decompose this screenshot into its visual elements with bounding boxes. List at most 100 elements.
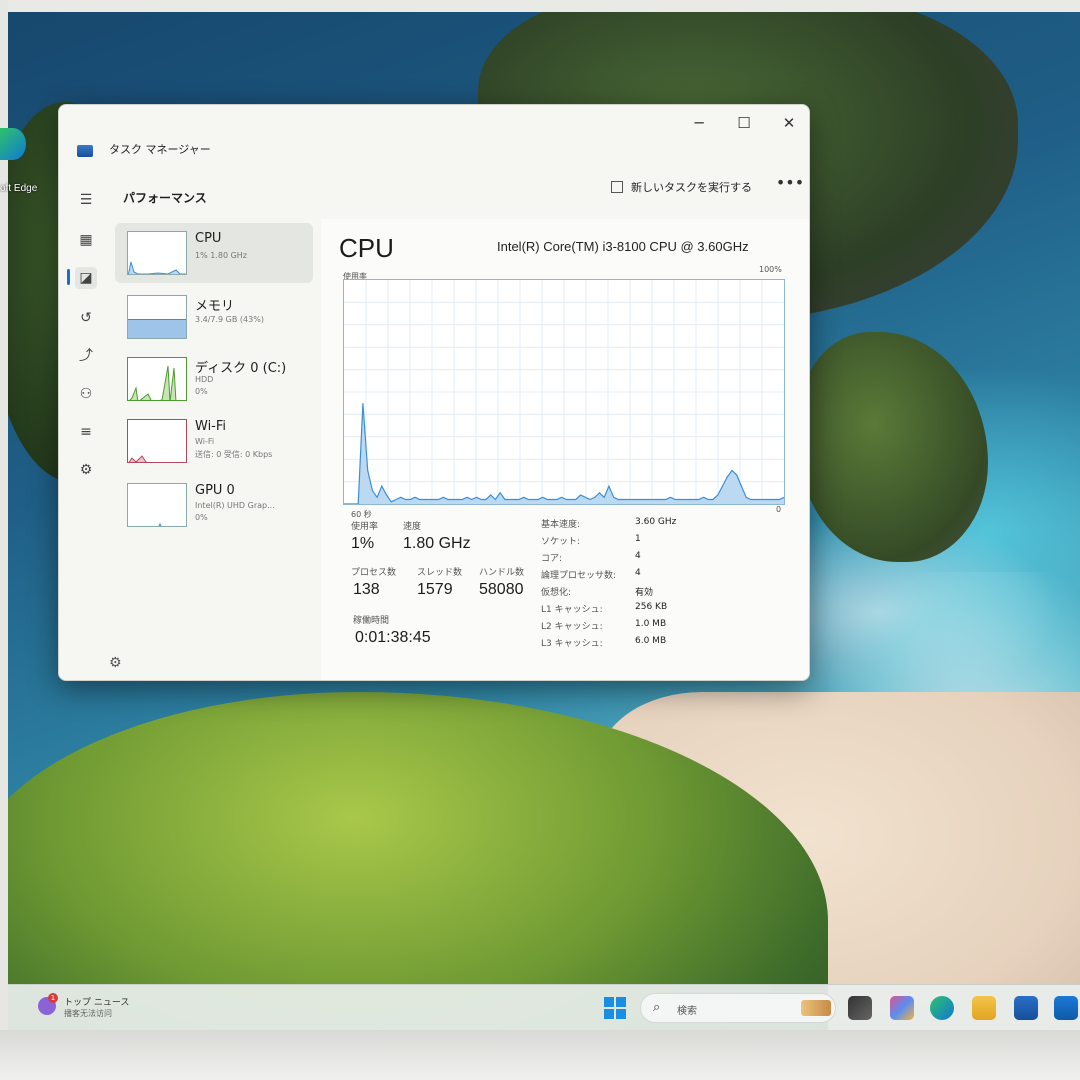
- more-options-button[interactable]: •••: [775, 173, 805, 201]
- window-title: タスク マネージャー: [109, 143, 211, 156]
- minimize-button[interactable]: ─: [681, 111, 717, 135]
- app-history-icon[interactable]: ↺: [75, 307, 97, 329]
- device-subtext: Wi-Fi: [195, 437, 215, 446]
- spec-key: L3 キャッシュ:: [541, 639, 603, 649]
- utilization-label: 使用率: [351, 522, 379, 532]
- device-subtext: 0%: [195, 387, 208, 396]
- processes-icon[interactable]: ▦: [75, 229, 97, 251]
- spec-value: 1: [635, 534, 641, 544]
- cpu-detail-pane: CPU Intel(R) Core(TM) i3-8100 CPU @ 3.60…: [321, 219, 809, 680]
- news-subtext: 播客无法访问: [64, 1009, 112, 1018]
- outlook-icon[interactable]: [1054, 996, 1078, 1020]
- spec-value: 1.0 MB: [635, 619, 667, 629]
- services-icon[interactable]: ⚙: [75, 459, 97, 481]
- detail-title: CPU: [339, 233, 394, 263]
- graph-x-right-label: 0: [776, 505, 782, 514]
- cpu-model-name: Intel(R) Core(TM) i3-8100 CPU @ 3.60GHz: [497, 239, 749, 254]
- cpu-usage-svg: [344, 280, 784, 504]
- desktop-icon-edge[interactable]: oft Edge: [0, 128, 52, 198]
- memory-thumbnail-graph: [127, 295, 187, 339]
- spec-key: 仮想化:: [541, 588, 572, 598]
- device-name: メモリ: [195, 299, 235, 314]
- cpu-thumbnail-graph: [127, 231, 187, 275]
- details-icon[interactable]: ≡: [75, 421, 97, 443]
- processes-label: プロセス数: [351, 568, 397, 578]
- spec-value: 4: [635, 551, 641, 561]
- file-explorer-icon[interactable]: [972, 996, 996, 1020]
- wallpaper-rock: [798, 332, 988, 562]
- device-item-cpu[interactable]: CPU 1% 1.80 GHz: [115, 223, 313, 283]
- start-button[interactable]: [604, 997, 626, 1019]
- close-button[interactable]: ✕: [771, 111, 807, 135]
- utilization-value: 1%: [351, 535, 375, 552]
- store-icon[interactable]: [1014, 996, 1038, 1020]
- search-placeholder: 検索: [677, 1006, 697, 1017]
- device-name: GPU 0: [195, 483, 235, 498]
- monitor-bezel-bottom: [0, 1030, 1080, 1080]
- task-view-icon[interactable]: [848, 996, 872, 1020]
- graph-max-label: 100%: [759, 265, 782, 274]
- title-bar[interactable]: ─ ☐ ✕: [59, 105, 809, 145]
- device-subtext: 3.4/7.9 GB (43%): [195, 315, 264, 324]
- cpu-usage-graph[interactable]: [343, 279, 785, 505]
- maximize-button[interactable]: ☐: [726, 111, 762, 135]
- device-subtext: HDD: [195, 375, 214, 384]
- handles-label: ハンドル数: [479, 568, 525, 578]
- device-list: CPU 1% 1.80 GHz メモリ 3.4/7.9 GB (43%) ディス…: [115, 219, 315, 680]
- hamburger-icon[interactable]: ☰: [75, 189, 97, 211]
- speed-value: 1.80 GHz: [403, 535, 471, 552]
- performance-icon[interactable]: ◪: [75, 267, 97, 289]
- gpu-thumbnail-graph: [127, 483, 187, 527]
- edge-icon: [0, 128, 26, 160]
- run-task-icon: [611, 181, 623, 193]
- users-icon[interactable]: ⚇: [75, 383, 97, 405]
- task-manager-window[interactable]: ─ ☐ ✕ タスク マネージャー ☰ ▦ ◪ ↺ ⤴ ⚇ ≡ ⚙ パフォーマンス…: [58, 104, 810, 681]
- taskbar: 1 トップ ニュース 播客无法访问 ⌕ 検索: [8, 984, 1080, 1030]
- device-subtext: Intel(R) UHD Grap...: [195, 501, 275, 510]
- startup-icon[interactable]: ⤴: [75, 345, 97, 367]
- device-item-memory[interactable]: メモリ 3.4/7.9 GB (43%): [115, 287, 313, 347]
- navigation-rail: ☰ ▦ ◪ ↺ ⤴ ⚇ ≡ ⚙: [59, 165, 111, 680]
- news-widget[interactable]: 1 トップ ニュース 播客无法访问: [38, 993, 178, 1023]
- spec-key: ソケット:: [541, 537, 581, 547]
- taskbar-search-box[interactable]: ⌕ 検索: [640, 993, 836, 1023]
- edge-taskbar-icon[interactable]: [930, 996, 954, 1020]
- device-name: CPU: [195, 231, 222, 246]
- nav-selection-indicator: [67, 269, 70, 285]
- device-item-gpu[interactable]: GPU 0 Intel(R) UHD Grap... 0%: [115, 475, 313, 535]
- settings-icon[interactable]: ⚙: [109, 655, 122, 671]
- device-subtext: 1% 1.80 GHz: [195, 251, 248, 260]
- spec-key: L1 キャッシュ:: [541, 605, 603, 615]
- news-badge: 1: [48, 993, 58, 1003]
- device-subtext: 0%: [195, 513, 208, 522]
- device-item-disk[interactable]: ディスク 0 (C:) HDD 0%: [115, 349, 313, 409]
- spec-value: 3.60 GHz: [635, 517, 677, 527]
- wifi-thumbnail-graph: [127, 419, 187, 463]
- screen: oft Edge ─ ☐ ✕ タスク マネージャー ☰ ▦ ◪ ↺ ⤴ ⚇ ≡ …: [0, 0, 1080, 1080]
- copilot-icon[interactable]: [890, 996, 914, 1020]
- spec-key: コア:: [541, 554, 563, 564]
- monitor-bezel-top: [0, 0, 1080, 12]
- spec-key: 論理プロセッサ数:: [541, 571, 617, 581]
- uptime-label: 稼働時間: [353, 616, 390, 626]
- disk-thumbnail-graph: [127, 357, 187, 401]
- desktop-icon-label: oft Edge: [0, 183, 38, 194]
- speed-label: 速度: [403, 522, 422, 532]
- spec-value: 6.0 MB: [635, 636, 667, 646]
- run-new-task-button[interactable]: 新しいタスクを実行する: [611, 179, 752, 201]
- spec-value: 有効: [635, 588, 654, 598]
- spec-value: 4: [635, 568, 641, 578]
- processes-value: 138: [353, 581, 380, 598]
- spec-key: 基本速度:: [541, 520, 581, 530]
- device-subtext: 送信: 0 受信: 0 Kbps: [195, 450, 273, 459]
- page-header: パフォーマンス 新しいタスクを実行する •••: [111, 165, 809, 215]
- search-highlight-icon: [801, 1000, 831, 1016]
- run-new-task-label: 新しいタスクを実行する: [631, 181, 752, 194]
- threads-label: スレッド数: [417, 568, 463, 578]
- news-title: トップ ニュース: [64, 998, 130, 1008]
- handles-value: 58080: [479, 581, 524, 598]
- task-manager-app-icon: [77, 145, 93, 157]
- device-item-wifi[interactable]: Wi-Fi Wi-Fi 送信: 0 受信: 0 Kbps: [115, 411, 313, 471]
- uptime-value: 0:01:38:45: [355, 629, 431, 646]
- device-name: Wi-Fi: [195, 419, 227, 434]
